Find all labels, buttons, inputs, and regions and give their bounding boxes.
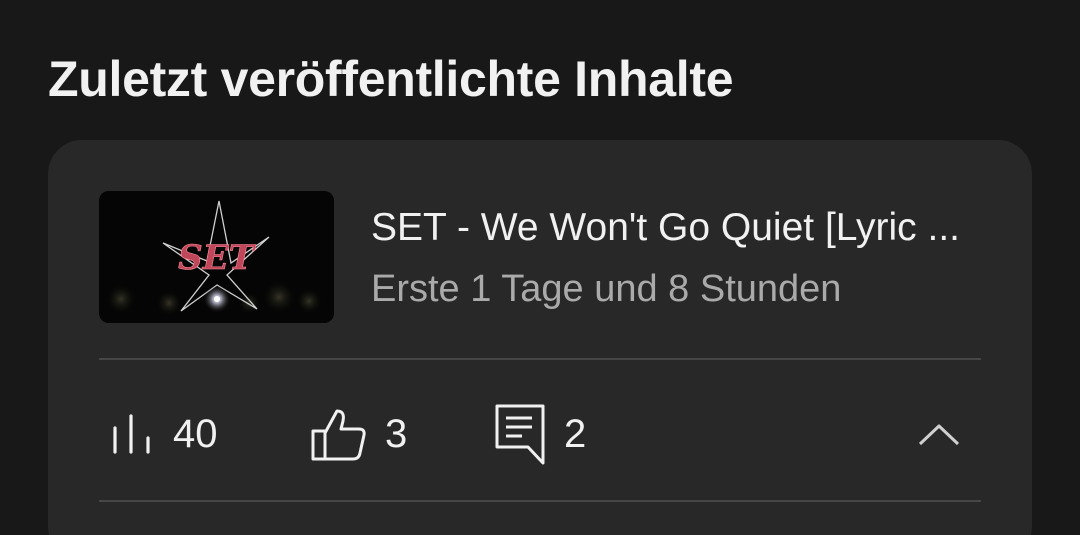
recent-content-page: Zuletzt veröffentlichte Inhalte SET SET … <box>0 0 1080 535</box>
thumbs-up-icon <box>311 407 367 461</box>
views-stat[interactable]: 40 <box>109 398 218 470</box>
collapse-button[interactable] <box>909 398 969 470</box>
divider <box>99 500 981 502</box>
video-title[interactable]: SET - We Won't Go Quiet [Lyric ... <box>371 206 971 250</box>
section-title: Zuletzt veröffentlichte Inhalte <box>48 51 734 107</box>
views-count: 40 <box>173 411 218 456</box>
chevron-up-icon <box>918 422 960 446</box>
comments-count: 2 <box>564 411 587 456</box>
likes-count: 3 <box>385 411 408 456</box>
recent-content-card: SET SET - We Won't Go Quiet [Lyric ... E… <box>48 140 1032 535</box>
likes-stat[interactable]: 3 <box>311 398 407 470</box>
comments-stat[interactable]: 2 <box>494 398 586 470</box>
stats-row: 40 3 2 <box>99 398 981 470</box>
comment-icon <box>494 403 546 465</box>
thumbnail-image: SET <box>99 191 334 323</box>
video-thumbnail[interactable]: SET <box>99 191 334 323</box>
video-meta: Erste 1 Tage und 8 Stunden <box>371 268 842 310</box>
divider <box>99 358 981 360</box>
thumbnail-logo-text: SET <box>178 238 256 278</box>
bar-chart-icon <box>109 414 155 454</box>
